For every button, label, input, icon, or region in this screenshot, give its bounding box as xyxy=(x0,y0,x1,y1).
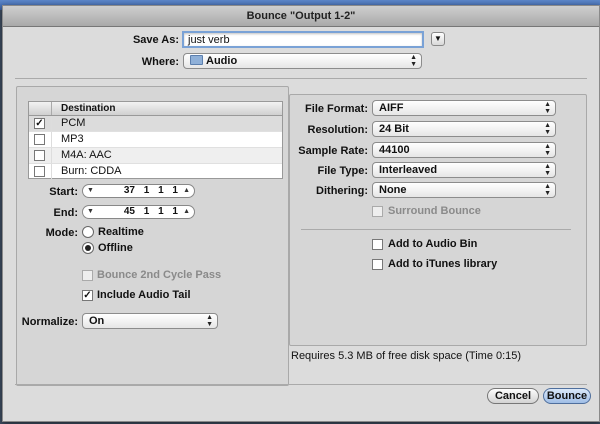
start-label: Start: xyxy=(49,186,78,198)
m4a-checkbox[interactable] xyxy=(34,150,45,161)
increment-icon[interactable]: ▲ xyxy=(183,185,190,197)
disk-space-status: Requires 5.3 MB of free disk space (Time… xyxy=(291,350,522,362)
start-position-field[interactable]: ▼ 37 1 1 1 ▲ xyxy=(82,184,195,198)
dialog-title: Bounce "Output 1-2" xyxy=(3,6,599,27)
bounce-2nd-cycle-label: Bounce 2nd Cycle Pass xyxy=(97,269,222,281)
divider xyxy=(15,384,587,385)
checkmark-icon: ✓ xyxy=(83,290,92,301)
surround-bounce-label: Surround Bounce xyxy=(388,205,481,217)
burn-checkbox[interactable] xyxy=(34,166,45,177)
divider xyxy=(301,229,571,230)
destination-table: Destination ✓ PCM MP3 M4A: AAC Burn: CDD… xyxy=(28,101,283,179)
dithering-label: Dithering: xyxy=(316,185,368,197)
end-position-field[interactable]: ▼ 45 1 1 1 ▲ xyxy=(82,205,195,219)
pcm-checkbox[interactable]: ✓ xyxy=(34,118,45,129)
normalize-label: Normalize: xyxy=(21,316,78,328)
popup-arrows-icon: ▲ ▼ xyxy=(544,122,551,136)
file-type-label: File Type: xyxy=(317,165,368,177)
increment-icon[interactable]: ▲ xyxy=(183,206,190,218)
popup-arrows-icon: ▲ ▼ xyxy=(206,314,213,328)
destination-row-m4a[interactable]: M4A: AAC xyxy=(29,148,282,164)
realtime-label: Realtime xyxy=(98,226,144,238)
sample-rate-popup[interactable]: 44100 ▲ ▼ xyxy=(372,142,556,158)
offline-radio[interactable] xyxy=(82,242,94,254)
file-format-value: AIFF xyxy=(379,102,404,114)
include-audio-tail-label: Include Audio Tail xyxy=(97,289,191,301)
where-label: Where: xyxy=(141,56,179,68)
expand-save-dialog-button[interactable]: ▼ xyxy=(431,32,445,46)
start-value: 37 1 1 1 xyxy=(123,185,178,196)
add-to-audio-bin-checkbox[interactable] xyxy=(372,239,383,250)
chevron-down-icon: ▼ xyxy=(434,34,442,43)
add-to-audio-bin-label: Add to Audio Bin xyxy=(388,238,478,250)
destination-label: M4A: AAC xyxy=(61,149,112,161)
resolution-value: 24 Bit xyxy=(379,123,409,135)
file-type-popup[interactable]: Interleaved ▲ ▼ xyxy=(372,162,556,178)
destination-label: PCM xyxy=(61,117,86,129)
end-label: End: xyxy=(53,207,78,219)
where-popup[interactable]: Audio ▲ ▼ xyxy=(183,53,422,69)
resolution-popup[interactable]: 24 Bit ▲ ▼ xyxy=(372,121,556,137)
bounce-dialog: Bounce "Output 1-2" Save As: just verb ▼… xyxy=(2,5,600,422)
popup-arrows-icon: ▲ ▼ xyxy=(544,143,551,157)
end-value: 45 1 1 1 xyxy=(123,206,178,217)
file-format-label: File Format: xyxy=(305,103,368,115)
divider xyxy=(15,78,587,79)
save-as-label: Save As: xyxy=(132,34,179,46)
destination-label: Burn: CDDA xyxy=(61,165,122,177)
mp3-checkbox[interactable] xyxy=(34,134,45,145)
folder-icon xyxy=(190,55,203,65)
normalize-popup[interactable]: On ▲ ▼ xyxy=(82,313,218,329)
popup-arrows-icon: ▲ ▼ xyxy=(410,54,417,68)
add-to-itunes-label: Add to iTunes library xyxy=(388,258,498,270)
where-value: Audio xyxy=(206,55,238,67)
cancel-button[interactable]: Cancel xyxy=(487,388,539,404)
popup-arrows-icon: ▲ ▼ xyxy=(544,163,551,177)
destination-header: Destination xyxy=(29,102,282,116)
include-audio-tail-checkbox[interactable]: ✓ xyxy=(82,290,93,301)
offline-label: Offline xyxy=(98,242,133,254)
destination-column-label: Destination xyxy=(61,103,116,114)
destination-label: MP3 xyxy=(61,133,84,145)
file-format-popup[interactable]: AIFF ▲ ▼ xyxy=(372,100,556,116)
bounce-2nd-cycle-checkbox[interactable] xyxy=(82,270,93,281)
decrement-icon[interactable]: ▼ xyxy=(87,206,94,218)
mode-label: Mode: xyxy=(45,227,78,239)
sample-rate-label: Sample Rate: xyxy=(298,145,368,157)
surround-bounce-checkbox[interactable] xyxy=(372,206,383,217)
realtime-radio[interactable] xyxy=(82,226,94,238)
destination-row-pcm[interactable]: ✓ PCM xyxy=(29,116,282,132)
dithering-value: None xyxy=(379,184,407,196)
popup-arrows-icon: ▲ ▼ xyxy=(544,101,551,115)
checkmark-icon: ✓ xyxy=(35,118,44,129)
normalize-value: On xyxy=(89,315,105,327)
dithering-popup[interactable]: None ▲ ▼ xyxy=(372,182,556,198)
add-to-itunes-checkbox[interactable] xyxy=(372,259,383,270)
popup-arrows-icon: ▲ ▼ xyxy=(544,183,551,197)
resolution-label: Resolution: xyxy=(307,124,369,136)
file-type-value: Interleaved xyxy=(379,164,438,176)
bounce-button[interactable]: Bounce xyxy=(543,388,591,404)
filename-input[interactable]: just verb xyxy=(182,31,424,48)
destination-row-burn[interactable]: Burn: CDDA xyxy=(29,164,282,179)
destination-row-mp3[interactable]: MP3 xyxy=(29,132,282,148)
sample-rate-value: 44100 xyxy=(379,144,410,156)
decrement-icon[interactable]: ▼ xyxy=(87,185,94,197)
